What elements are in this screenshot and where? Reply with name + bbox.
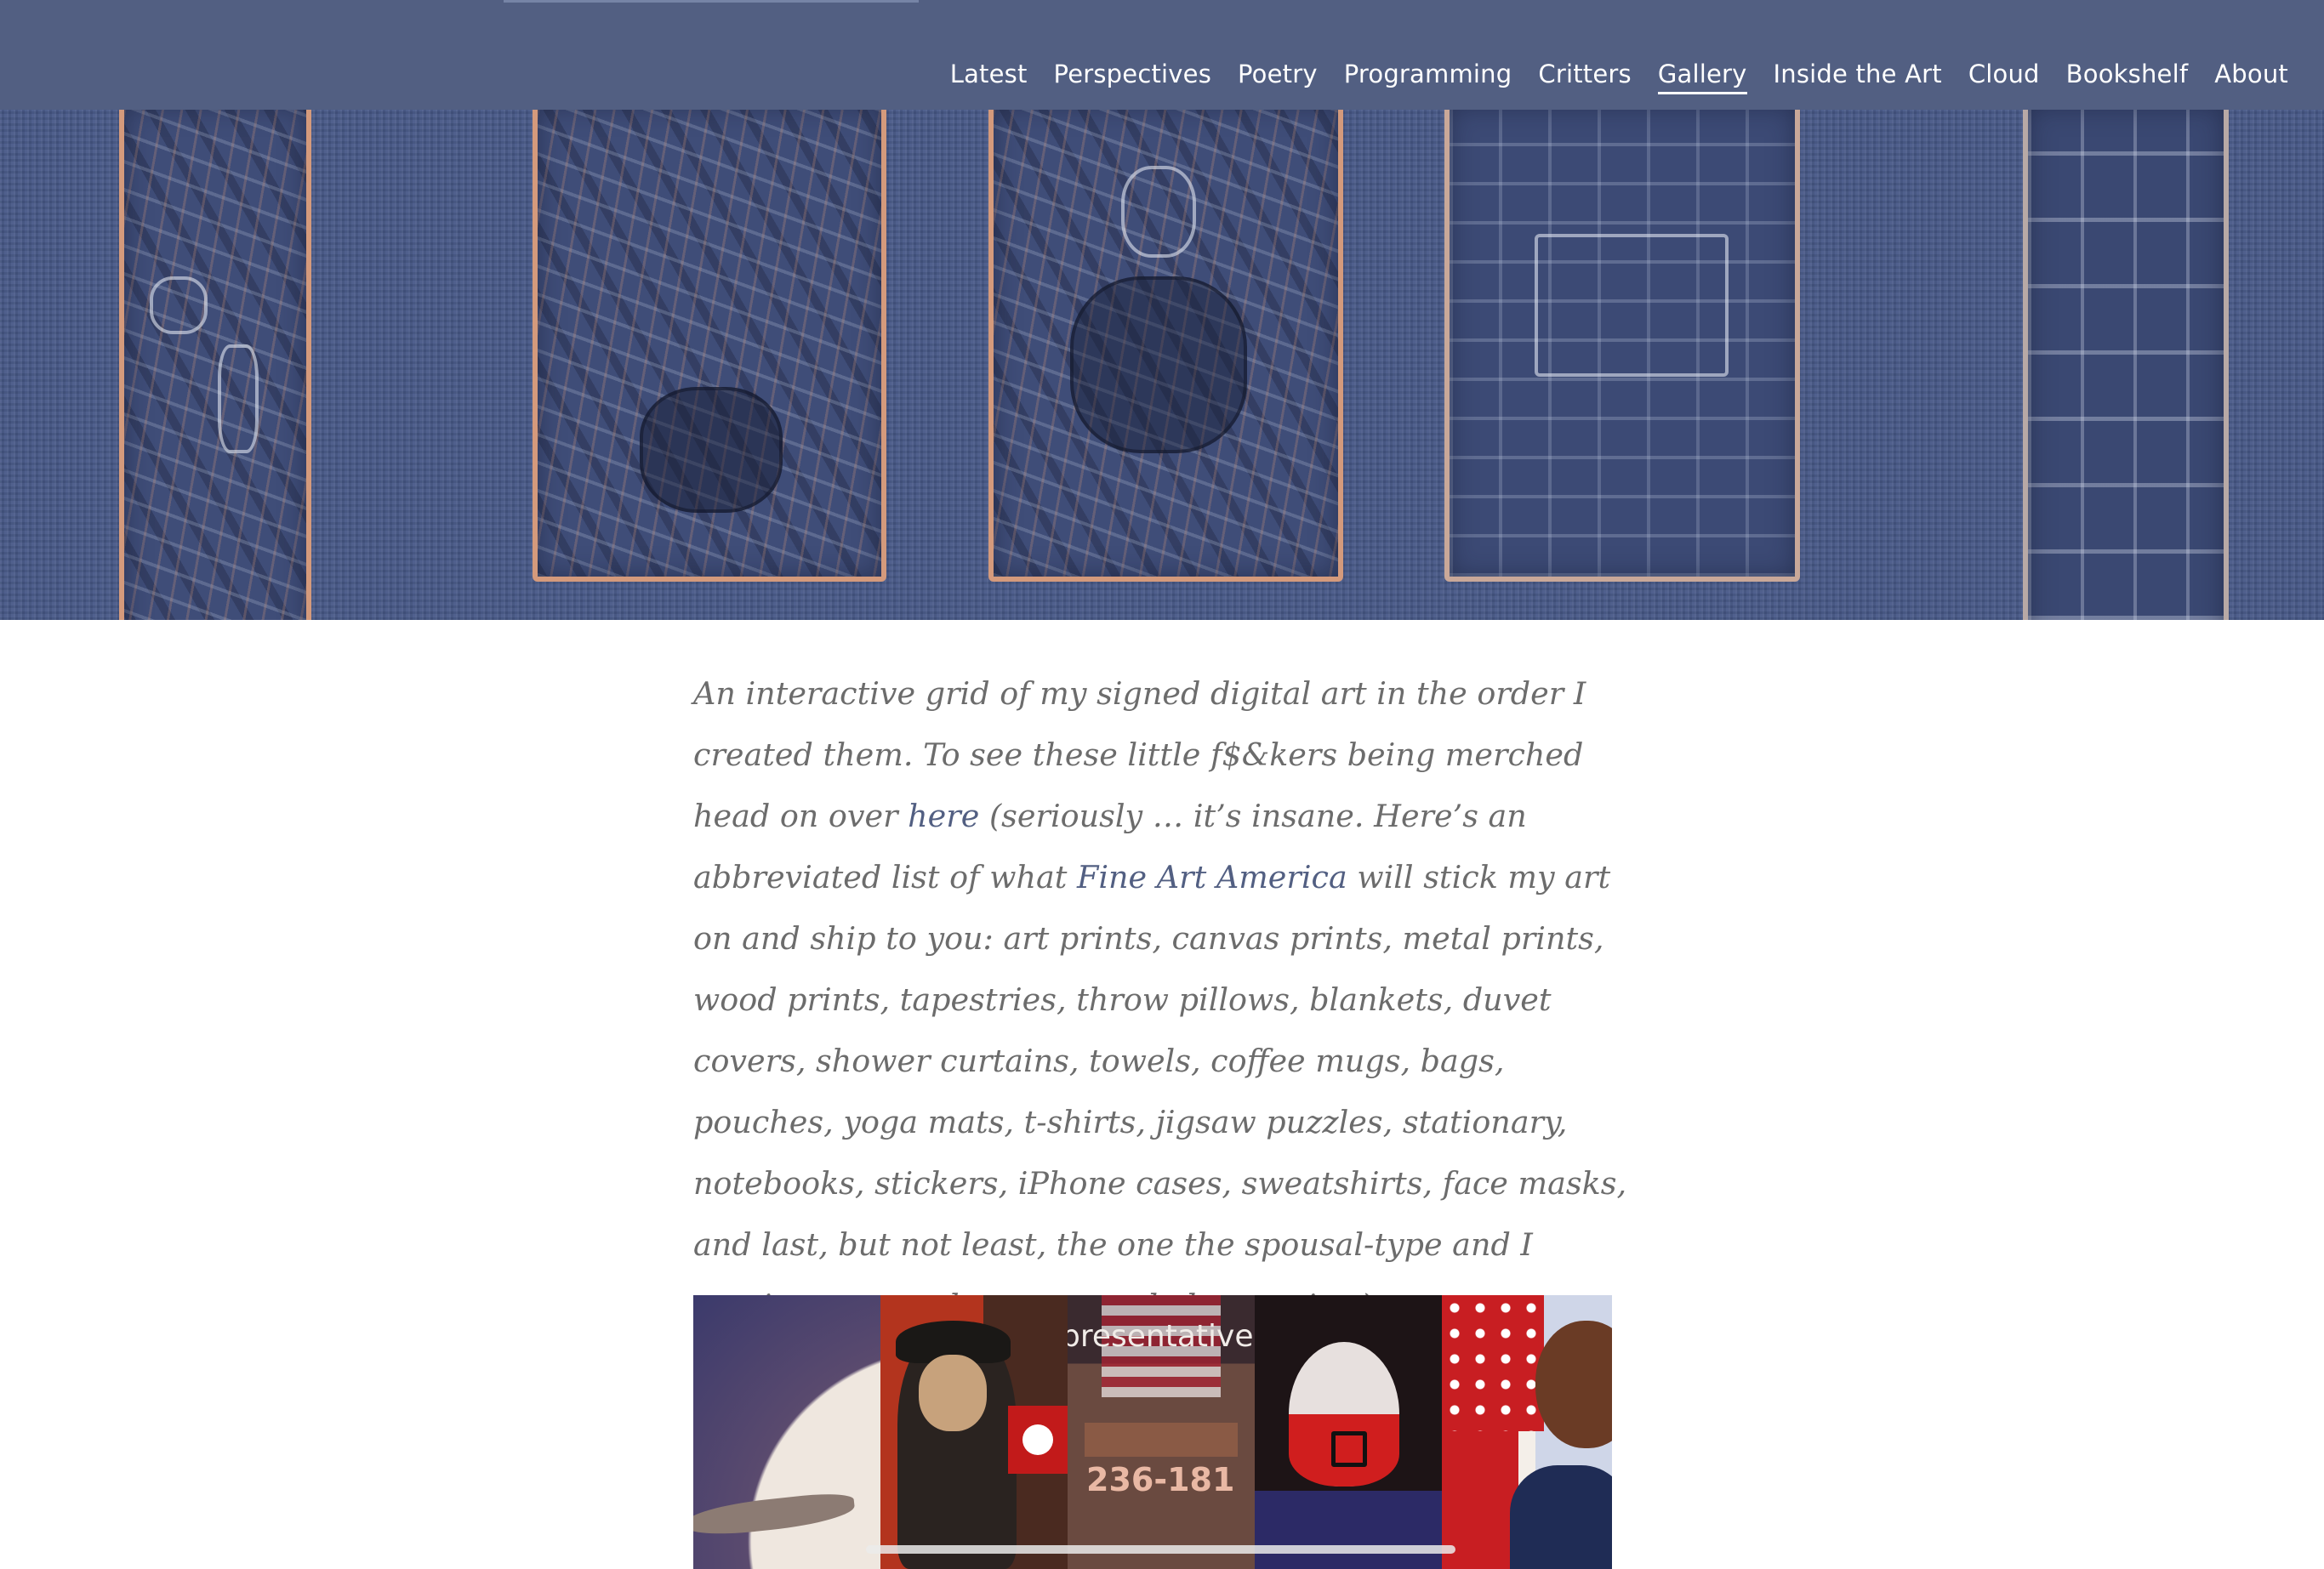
art-panel	[533, 110, 886, 582]
nav-cloud[interactable]: Cloud	[1968, 60, 2040, 94]
art-gallery-grid[interactable]: presentative 236-181	[693, 1295, 1629, 1569]
merch-here-link[interactable]: here	[908, 798, 979, 834]
nav-inside-the-art[interactable]: Inside the Art	[1774, 60, 1942, 94]
hero-banner-artwork	[0, 110, 2324, 620]
gallery-scrollbar[interactable]	[866, 1545, 1455, 1554]
main-nav: Latest Perspectives Poetry Programming C…	[924, 60, 2288, 94]
art-panel	[1444, 110, 1800, 582]
artwork-caption: presentative	[1068, 1319, 1254, 1354]
gallery-intro-text: An interactive grid of my signed digital…	[693, 663, 1633, 1337]
nav-about[interactable]: About	[2214, 60, 2288, 94]
gallery-tile[interactable]	[693, 1295, 880, 1569]
gallery-tile[interactable]	[1255, 1295, 1442, 1569]
loading-bar	[504, 0, 919, 3]
nav-poetry[interactable]: Poetry	[1238, 60, 1318, 94]
art-panel	[988, 110, 1343, 582]
nav-gallery[interactable]: Gallery	[1657, 60, 1747, 94]
intro-text-part: will stick my art on and ship to you: ar…	[693, 859, 1627, 1324]
nav-critters[interactable]: Critters	[1538, 60, 1631, 94]
nav-bookshelf[interactable]: Bookshelf	[2066, 60, 2189, 94]
art-panel	[119, 110, 311, 620]
artwork-vote-count: 236-181	[1086, 1461, 1235, 1498]
nav-latest[interactable]: Latest	[950, 60, 1028, 94]
fine-art-america-link[interactable]: Fine Art America	[1077, 859, 1347, 895]
nav-programming[interactable]: Programming	[1344, 60, 1512, 94]
nav-perspectives[interactable]: Perspectives	[1054, 60, 1211, 94]
site-header: Latest Perspectives Poetry Programming C…	[0, 0, 2324, 110]
gallery-tile[interactable]	[880, 1295, 1068, 1569]
art-panel	[2023, 110, 2229, 620]
gallery-tile[interactable]	[1442, 1295, 1612, 1569]
gallery-tile[interactable]: presentative 236-181	[1068, 1295, 1255, 1569]
